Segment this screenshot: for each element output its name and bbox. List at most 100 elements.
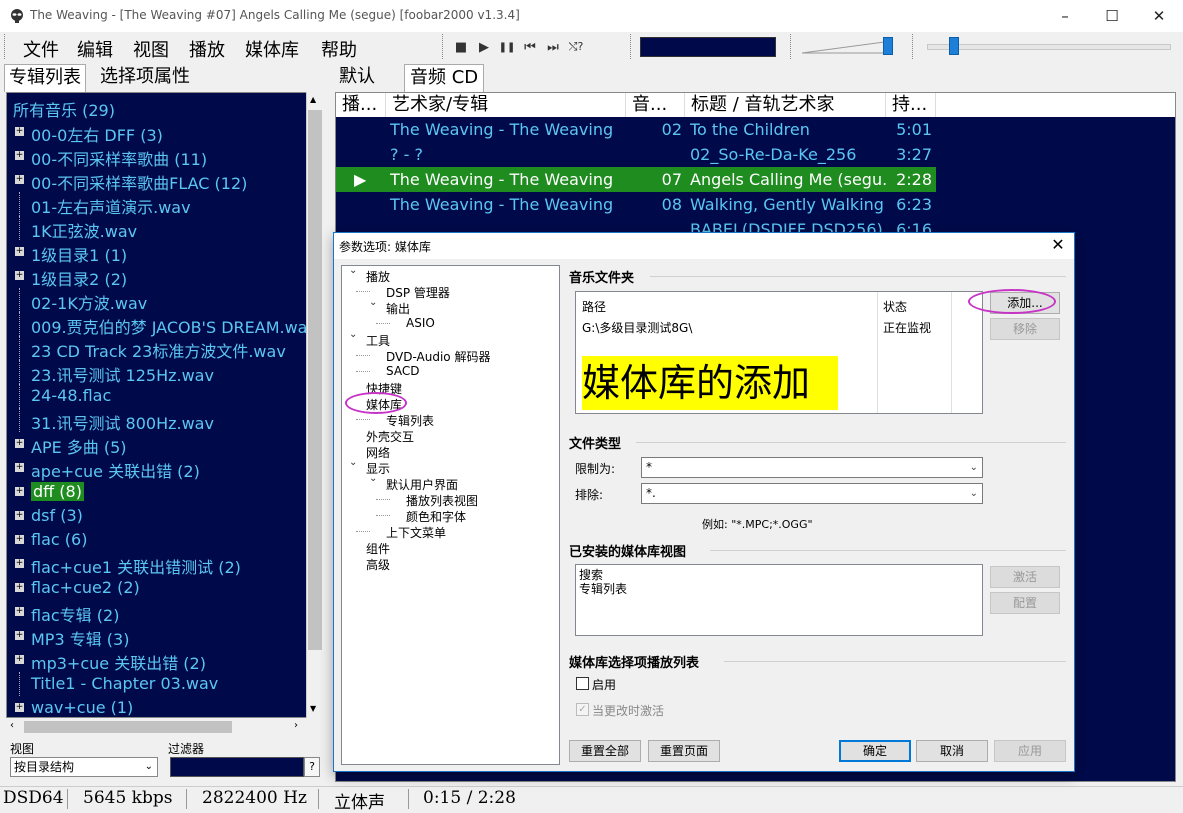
dialog-close-button[interactable]: ✕ (1046, 234, 1070, 256)
menu-playback[interactable]: 播放 (189, 36, 225, 62)
tree-item[interactable]: 009.贾克伯的梦 JACOB'S DREAM.wav (7, 312, 317, 337)
filter-input[interactable] (170, 757, 304, 777)
apply-button[interactable]: 应用 (994, 740, 1066, 762)
seek-bar[interactable] (927, 44, 1171, 50)
scroll-up-icon[interactable]: ▲ (310, 95, 316, 104)
tab-selection-properties[interactable]: 选择项属性 (96, 64, 194, 90)
pref-tree-item[interactable]: 默认用户界面 (386, 476, 458, 493)
tree-item[interactable]: + ape+cue 关联出错 (2) (7, 456, 307, 481)
cancel-button[interactable]: 取消 (916, 740, 988, 762)
volume-slider-thumb[interactable] (883, 37, 893, 55)
expand-plus-icon[interactable]: + (15, 487, 24, 496)
expand-plus-icon[interactable]: + (15, 703, 24, 712)
tree-item[interactable]: +00-0左右 DFF (3) (7, 120, 307, 145)
tree-item[interactable]: Title1 - Chapter 03.wav (7, 672, 307, 696)
tree-item[interactable]: 31.讯号测试 800Hz.wav (7, 408, 307, 433)
tree-item[interactable]: + wav+cue (1) (7, 696, 307, 717)
volume-slider-track[interactable] (802, 40, 892, 54)
installed-views-list[interactable] (575, 564, 983, 636)
expand-plus-icon[interactable]: + (15, 175, 24, 184)
close-button[interactable]: ✕ (1136, 0, 1182, 32)
menu-edit[interactable]: 编辑 (77, 36, 113, 62)
pref-tree-item[interactable]: 外壳交互 (366, 428, 414, 445)
remove-folder-button[interactable]: 移除 (990, 318, 1060, 340)
tree-item[interactable]: 23 CD Track 23标准方波文件.wav (7, 336, 307, 361)
pref-tree-item[interactable]: 颜色和字体 (406, 508, 466, 525)
next-icon[interactable]: ⏭ (544, 38, 562, 56)
tree-item[interactable]: + MP3 专辑 (3) (7, 624, 307, 649)
tab-album-list[interactable]: 专辑列表 (4, 64, 86, 92)
tree-item[interactable]: + flac+cue1 关联出错测试 (2) (7, 552, 307, 577)
column-playing[interactable]: 播... (336, 93, 386, 117)
pref-tree-item[interactable]: 输出 (386, 300, 410, 317)
pref-tree-item[interactable]: 上下文菜单 (386, 524, 446, 541)
expand-plus-icon[interactable]: + (15, 511, 24, 520)
expand-arrow-icon[interactable]: ⌄ (349, 329, 357, 340)
menu-view[interactable]: 视图 (133, 36, 169, 62)
expand-plus-icon[interactable]: + (15, 607, 24, 616)
tree-item[interactable]: +00-不同采样率歌曲FLAC (12) (7, 168, 307, 193)
expand-arrow-icon[interactable]: ⌄ (349, 457, 357, 468)
playlist-row[interactable]: The Weaving - The Weaving 08 Walking, Gent… (336, 192, 936, 217)
pref-tree-item[interactable]: ASIO (406, 316, 435, 330)
scroll-left-icon[interactable]: ‹ (10, 720, 14, 731)
expand-plus-icon[interactable]: + (15, 631, 24, 640)
column-artist-album[interactable]: 艺术家/专辑 (386, 93, 626, 117)
activate-on-change-checkbox[interactable]: ✓ (576, 703, 589, 716)
tree-item[interactable]: +00-不同采样率歌曲 (11) (7, 144, 307, 169)
pref-tree-item[interactable]: 工具 (366, 332, 390, 349)
tree-item[interactable]: + dsf (3) (7, 504, 307, 528)
expand-plus-icon[interactable]: + (15, 151, 24, 160)
pref-tree-item[interactable]: 专辑列表 (386, 412, 434, 429)
tree-item[interactable]: + flac (6) (7, 528, 307, 552)
menu-help[interactable]: 帮助 (321, 36, 357, 62)
expand-arrow-icon[interactable]: ⌄ (349, 265, 357, 276)
enable-checkbox[interactable] (576, 677, 589, 690)
scroll-right-icon[interactable]: › (294, 720, 298, 731)
previous-icon[interactable]: ⏮ (521, 38, 539, 56)
menu-file[interactable]: 文件 (23, 36, 59, 62)
playlist-row[interactable]: ? - ? 02_So-Re-Da-Ke_256 3:27 (336, 142, 936, 167)
playlist-row[interactable]: ▶ The Weaving - The Weaving 07 Angels Calli… (336, 167, 936, 192)
tree-item[interactable]: + flac+cue2 (2) (7, 576, 307, 600)
tree-item[interactable]: 1K正弦波.wav (7, 216, 307, 241)
restrict-combo[interactable]: * ⌄ (641, 457, 983, 478)
ok-button[interactable]: 确定 (839, 740, 911, 762)
view-select[interactable]: 按目录结构 ⌄ (10, 757, 158, 777)
expand-plus-icon[interactable]: + (15, 247, 24, 256)
pref-tree-item[interactable]: 播放列表视图 (406, 492, 478, 509)
tree-item[interactable]: + dff (8) (7, 480, 307, 504)
column-duration[interactable]: 持... (886, 93, 936, 117)
expand-arrow-icon[interactable]: ⌄ (369, 473, 377, 484)
stop-icon[interactable]: ■ (452, 38, 470, 56)
tab-default-playlist[interactable]: 默认 (334, 64, 380, 90)
menu-library[interactable]: 媒体库 (245, 36, 299, 62)
activate-view-button[interactable]: 激活 (990, 566, 1060, 588)
pref-tree-item[interactable]: DVD-Audio 解码器 (386, 348, 490, 365)
expand-plus-icon[interactable]: + (15, 559, 24, 568)
reset-page-button[interactable]: 重置页面 (648, 740, 720, 762)
expand-plus-icon[interactable]: + (15, 439, 24, 448)
tree-item[interactable]: +1级目录2 (2) (7, 264, 307, 289)
tree-item[interactable]: + mp3+cue 关联出错 (2) (7, 648, 307, 673)
expand-plus-icon[interactable]: + (15, 535, 24, 544)
exclude-combo[interactable]: *. ⌄ (641, 483, 983, 504)
random-icon[interactable]: ⤭? (567, 38, 585, 56)
playlist-row[interactable]: The Weaving - The Weaving 02 To the Childr… (336, 117, 936, 142)
configure-view-button[interactable]: 配置 (990, 592, 1060, 614)
maximize-button[interactable]: ☐ (1089, 0, 1135, 32)
pref-tree-item[interactable]: 高级 (366, 556, 390, 573)
expand-plus-icon[interactable]: + (15, 271, 24, 280)
tree-root-all-music[interactable]: 所有音乐 (29) (13, 97, 115, 121)
view-item-album-list[interactable]: 专辑列表 (579, 580, 627, 597)
pref-tree-item[interactable]: DSP 管理器 (386, 284, 450, 301)
tree-item[interactable]: + APE 多曲 (5) (7, 432, 307, 457)
scroll-down-icon[interactable]: ▼ (310, 704, 316, 713)
expand-arrow-icon[interactable]: ⌄ (369, 297, 377, 308)
expand-plus-icon[interactable]: + (15, 583, 24, 592)
pause-icon[interactable]: ❚❚ (498, 38, 516, 56)
expand-plus-icon[interactable]: + (15, 127, 24, 136)
tree-vertical-scrollbar-thumb[interactable] (308, 110, 322, 650)
tree-item[interactable]: 23.讯号测试 125Hz.wav (7, 360, 307, 385)
filter-help-button[interactable]: ? (304, 757, 320, 777)
